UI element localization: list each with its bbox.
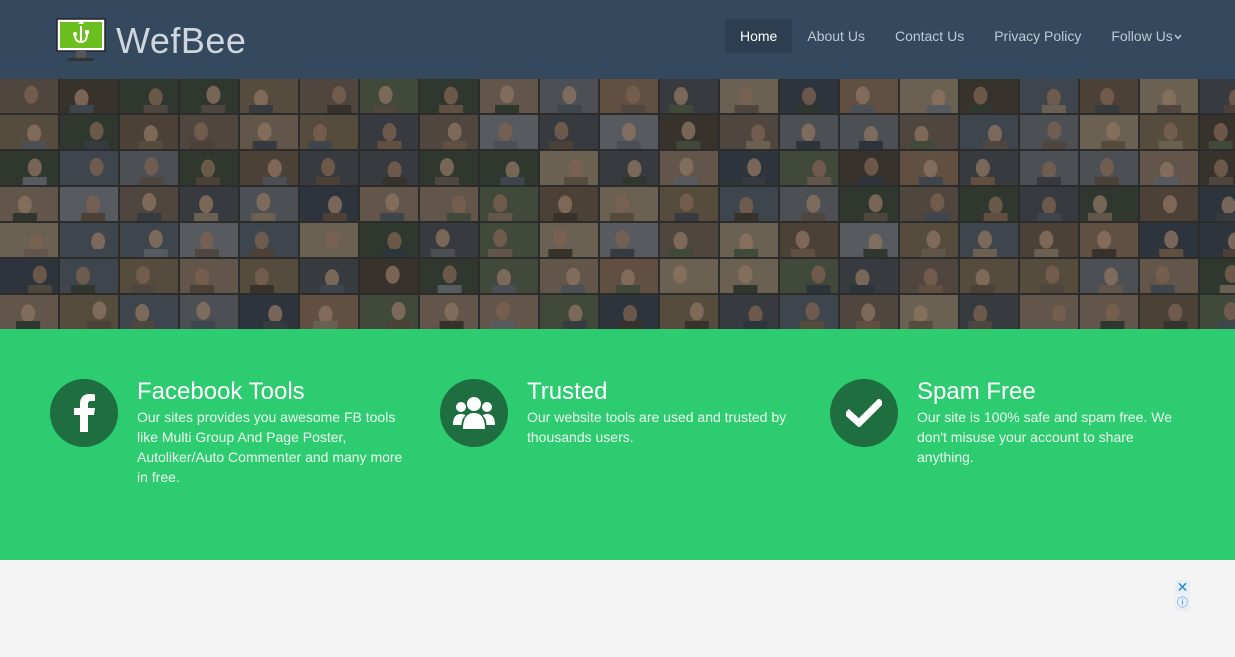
navbar: WefBee Home About Us Contact Us Privacy …: [0, 0, 1235, 79]
feature-title: Trusted: [527, 378, 608, 405]
feature-body: Facebook Tools Our sites provides you aw…: [137, 379, 407, 487]
feature-body: Trusted Our website tools are used and t…: [527, 379, 797, 447]
feature-body: Spam Free Our site is 100% safe and spam…: [917, 379, 1187, 467]
features-section: Facebook Tools Our sites provides you aw…: [0, 329, 1235, 560]
feature-text: Our site is 100% safe and spam free. We …: [917, 409, 1172, 465]
users-icon: [440, 379, 508, 447]
facebook-f-icon: [50, 379, 118, 447]
hero-overlay: [0, 79, 1235, 329]
nav-follow-us-dropdown[interactable]: Follow Us: [1096, 19, 1196, 53]
nav-home[interactable]: Home: [725, 19, 793, 53]
ad-area: ✕ ⓘ: [0, 560, 1235, 657]
feature-text: Our website tools are used and trusted b…: [527, 409, 787, 445]
nav-contact-us[interactable]: Contact Us: [880, 19, 979, 53]
nav-privacy-policy[interactable]: Privacy Policy: [979, 19, 1096, 53]
ad-close-icon[interactable]: ✕: [1175, 580, 1190, 595]
ad-info-icon[interactable]: ⓘ: [1175, 596, 1190, 611]
feature-title: Facebook Tools: [137, 378, 305, 405]
feature-text: Our sites provides you awesome FB tools …: [137, 409, 403, 485]
brand-name: WefBee: [116, 20, 247, 61]
checkmark-icon: [830, 379, 898, 447]
brand-link[interactable]: WefBee: [56, 18, 246, 64]
nav-about-us[interactable]: About Us: [792, 19, 880, 53]
nav-follow-us-label: Follow Us: [1111, 28, 1173, 44]
feature-title: Spam Free: [917, 378, 1036, 405]
hero-banner: [0, 79, 1235, 329]
main-nav: Home About Us Contact Us Privacy Policy …: [725, 19, 1197, 53]
chevron-down-icon: [1174, 34, 1182, 40]
monitor-logo-icon: [56, 18, 106, 61]
